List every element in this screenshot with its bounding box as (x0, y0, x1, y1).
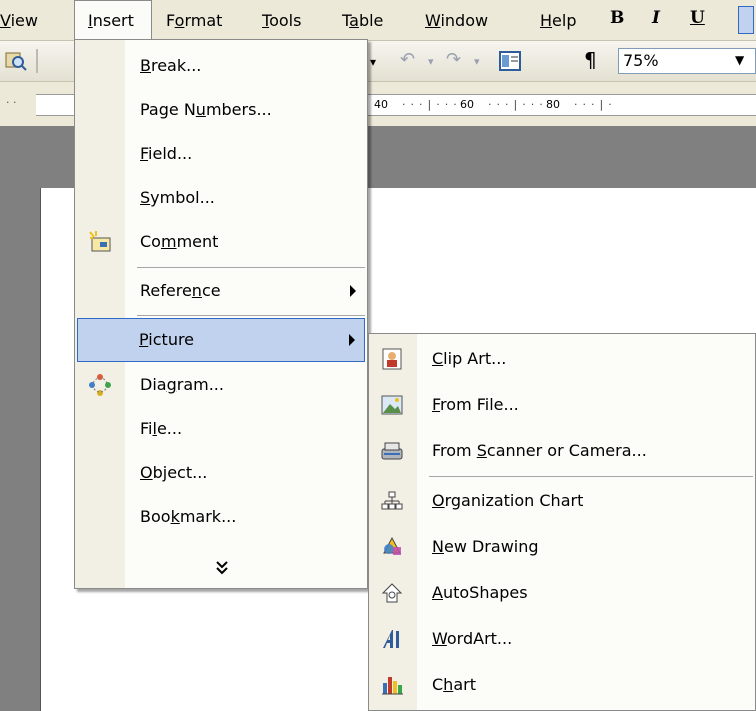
ruler-tick-label: 40 (374, 98, 388, 111)
ruler-tick-label: 60 (460, 98, 474, 111)
ruler-dots: ···|··· (402, 98, 462, 111)
org-chart-icon (380, 489, 404, 513)
research-icon[interactable] (4, 49, 28, 73)
ruler-dots: ···|· (574, 98, 617, 111)
menu-tools[interactable]: Tools (262, 10, 301, 32)
document-map-icon[interactable] (498, 49, 522, 73)
menu-item-break[interactable]: Break... (76, 44, 366, 88)
menu-separator (429, 476, 753, 477)
diagram-icon (88, 373, 112, 397)
menu-format[interactable]: Format (166, 10, 222, 32)
ruler-tick-label: 80 (546, 98, 560, 111)
autoshapes-icon (380, 581, 404, 605)
italic-button[interactable]: I (652, 8, 660, 28)
menu-window[interactable]: Window (425, 10, 488, 32)
menu-separator (137, 315, 365, 316)
new-drawing-icon (380, 535, 404, 559)
chart-icon (380, 673, 404, 697)
zoom-value: 75% (623, 51, 659, 70)
menu-item-bookmark[interactable]: Bookmark... (76, 495, 366, 539)
picture-submenu: Clip Art... From File... From Scanner or… (368, 333, 756, 711)
menu-item-new-drawing[interactable]: New Drawing (370, 525, 754, 569)
chevron-down-icon: ▼ (735, 53, 745, 67)
redo-dropdown-icon[interactable]: ▾ (474, 55, 480, 68)
dropdown-arrow-icon[interactable]: ▾ (370, 55, 376, 69)
menu-item-from-scanner-or-camera[interactable]: From Scanner or Camera... (370, 429, 754, 473)
bold-button[interactable]: B (610, 8, 624, 28)
underline-button[interactable]: U (690, 8, 705, 28)
menu-item-wordart[interactable]: WordArt... (370, 617, 754, 661)
ruler-left-marks: · · (6, 96, 17, 109)
undo-dropdown-icon[interactable]: ▾ (428, 55, 434, 68)
menu-help[interactable]: Help (540, 10, 576, 32)
submenu-arrow-icon (349, 334, 355, 346)
undo-icon[interactable]: ↶ (400, 49, 415, 70)
menu-item-diagram[interactable]: Diagram... (76, 363, 366, 407)
menu-item-page-numbers[interactable]: Page Numbers... (76, 88, 366, 132)
menu-item-chart[interactable]: Chart (370, 663, 754, 707)
menu-item-clip-art[interactable]: Clip Art... (370, 337, 754, 381)
insert-menu: Break... Page Numbers... Field... Symbol… (74, 39, 368, 589)
menu-table[interactable]: Table (342, 10, 383, 32)
redo-icon[interactable]: ↷ (446, 49, 461, 70)
ruler-dots: ···|··· (488, 98, 548, 111)
submenu-arrow-icon (350, 285, 356, 297)
menu-expand-chevron-icon[interactable] (215, 559, 229, 583)
menu-insert[interactable]: Insert (88, 10, 134, 32)
menu-item-object[interactable]: Object... (76, 451, 366, 495)
menu-view[interactable]: View (0, 10, 38, 32)
menu-item-symbol[interactable]: Symbol... (76, 176, 366, 220)
menu-bar: View Insert Format Tools Table Window He… (0, 0, 756, 41)
clip-art-icon (380, 347, 404, 371)
menu-item-field[interactable]: Field... (76, 132, 366, 176)
toolbar-separator (36, 49, 38, 73)
menu-item-autoshapes[interactable]: AutoShapes (370, 571, 754, 615)
menu-item-comment[interactable]: Comment (76, 220, 366, 264)
show-hide-paragraph-button[interactable]: ¶ (584, 48, 597, 72)
menu-item-picture[interactable]: Picture (77, 318, 365, 362)
menu-item-reference[interactable]: Reference (76, 269, 366, 313)
menu-separator (137, 267, 365, 268)
menu-item-from-file[interactable]: From File... (370, 383, 754, 427)
comment-icon (88, 230, 112, 254)
toolbar-overflow-button[interactable] (738, 6, 754, 34)
zoom-select[interactable]: 75% ▼ (618, 48, 756, 74)
scanner-icon (380, 439, 404, 463)
menu-item-organization-chart[interactable]: Organization Chart (370, 479, 754, 523)
menu-item-file[interactable]: File... (76, 407, 366, 451)
wordart-icon (380, 627, 404, 651)
from-file-icon (380, 393, 404, 417)
